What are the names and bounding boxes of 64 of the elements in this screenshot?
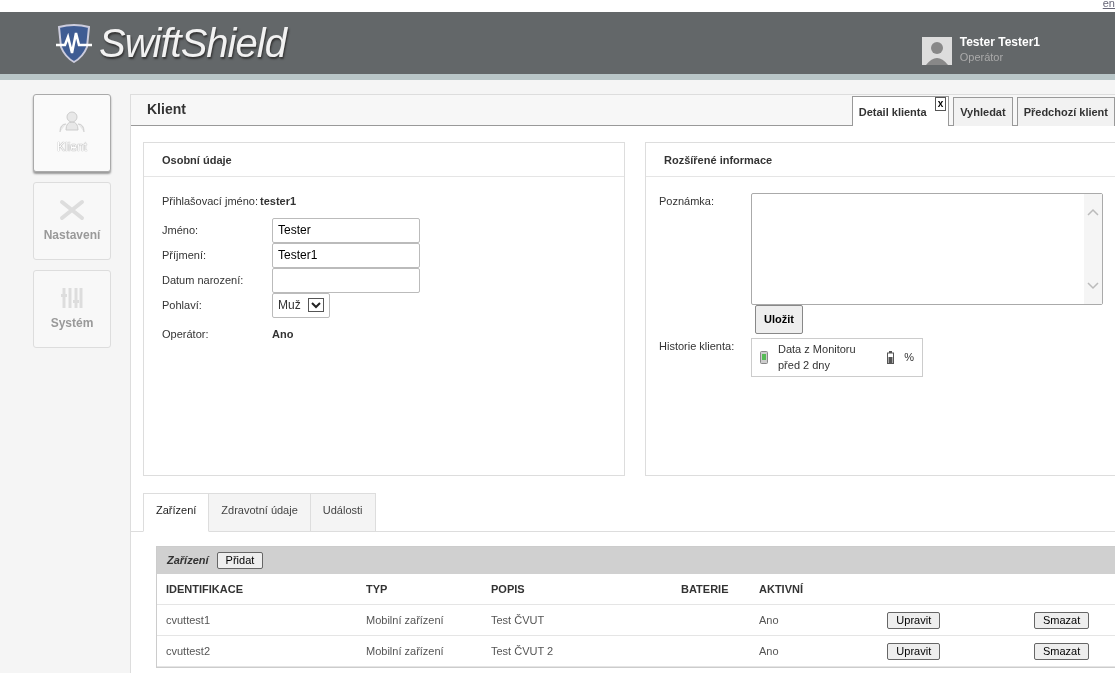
column-header: TYP [366, 582, 388, 595]
edit-button[interactable]: Upravit [887, 611, 941, 629]
column-header: IDENTIFIKACE [166, 582, 243, 595]
close-button[interactable]: x [934, 96, 947, 111]
shield-logo-icon [55, 23, 93, 63]
field-label: Příjmení: [162, 247, 207, 263]
battery-icon [887, 350, 895, 364]
card-title: Rozšířené informace [646, 143, 1115, 177]
people-icon [58, 110, 86, 134]
field-label: Datum narození: [162, 272, 245, 288]
sliders-icon [58, 286, 86, 310]
tools-icon [58, 198, 86, 222]
history-title: Data z Monitoru [778, 341, 857, 357]
input-field[interactable]: Tester [272, 217, 420, 243]
column-header: AKTIVNÍ [759, 582, 803, 595]
note-field[interactable] [751, 193, 1103, 305]
field-label: Jméno: [162, 222, 200, 238]
history-time: před 2 dny [778, 358, 831, 373]
table-cell: Ano [759, 613, 779, 626]
user-name: Tester Tester1 [959, 36, 1040, 50]
tab[interactable]: Předchozí klient [1016, 96, 1115, 126]
table-cell: Mobilní zařízení [366, 613, 444, 626]
field-label: Pohlaví: [162, 297, 203, 313]
scroll-up-icon [1087, 208, 1099, 216]
column-header: BATERIE [681, 582, 729, 595]
language-link[interactable]: en [1102, 0, 1115, 12]
field-label: Historie klienta: [659, 338, 736, 354]
caret-icon [308, 299, 323, 311]
phone-icon [760, 350, 768, 364]
input-field[interactable]: Tester1 [272, 242, 420, 268]
field-label: Poznámka: [659, 194, 716, 209]
delete-button[interactable]: Smazat [1034, 611, 1090, 629]
column-header: POPIS [491, 582, 525, 595]
save-button[interactable]: Uložit [755, 305, 803, 334]
avatar-icon [921, 37, 952, 65]
battery-level: % [904, 349, 914, 365]
tab[interactable]: Události [309, 493, 376, 531]
tab[interactable]: Zdravotní údaje [208, 493, 311, 531]
login-value: tester1 [260, 195, 297, 207]
table-cell: Mobilní zařízení [366, 644, 444, 657]
field-label: Operátor: [162, 326, 210, 342]
tab[interactable]: Vyhledat [953, 96, 1013, 126]
tab[interactable]: Detail klienta x [851, 95, 950, 126]
page-title: Klient [147, 101, 186, 118]
gender-select[interactable]: Muž [272, 292, 330, 318]
tab[interactable]: Zařízení [143, 493, 210, 532]
add-button[interactable]: Přidat [216, 551, 264, 569]
table-cell: cvuttest1 [166, 613, 211, 626]
table-cell: Test ČVUT 2 [491, 644, 554, 657]
brand-name: SwiftShield [99, 20, 286, 67]
table-cell: Ano [759, 644, 779, 657]
scroll-down-icon [1087, 282, 1099, 290]
user-role: Operátor [959, 50, 1005, 66]
table-cell: Test ČVUT [491, 613, 545, 626]
table-cell: cvuttest2 [166, 644, 211, 657]
card-title: Osobní údaje [144, 143, 624, 177]
delete-button[interactable]: Smazat [1034, 642, 1090, 660]
history-entry[interactable]: Data z Monitoru před 2 dny % [751, 337, 923, 377]
input-field[interactable] [272, 267, 420, 293]
operator-value: Ano [272, 326, 294, 342]
edit-button[interactable]: Upravit [887, 642, 941, 660]
field-label: Přihlašovací jméno: [162, 194, 259, 209]
panel-title: Zařízení [167, 552, 209, 568]
scrollbar[interactable] [1084, 194, 1102, 304]
